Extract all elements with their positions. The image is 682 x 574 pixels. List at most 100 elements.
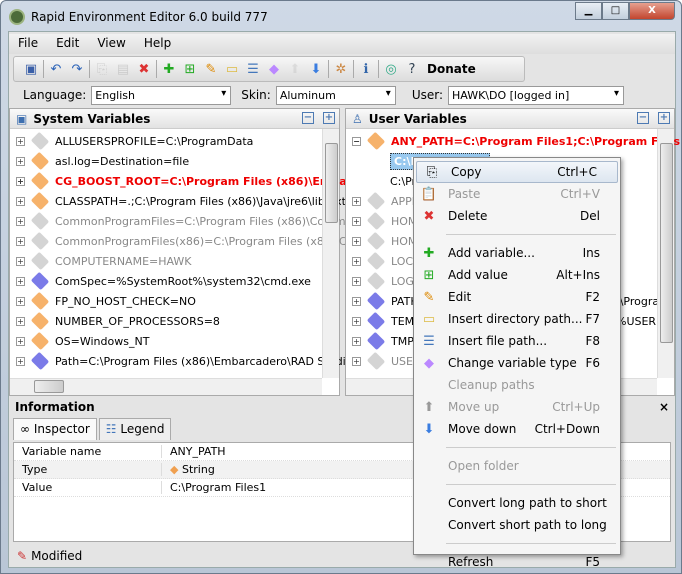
expand-toggle[interactable]: + (352, 316, 361, 326)
tree-item[interactable]: − ANY_PATH=C:\Program Files1;C:\Program F… (352, 131, 680, 151)
minimize-button[interactable]: ▁ (575, 2, 602, 20)
tree-item[interactable]: + Path=C:\Program Files (x86)\Embarcadero… (16, 351, 356, 371)
tree-item[interactable]: + PATH (352, 291, 419, 311)
expand-toggle[interactable]: + (16, 196, 25, 206)
insert-file-button[interactable]: ☰ (244, 60, 262, 78)
change-type-button[interactable]: ◆ (265, 60, 283, 78)
info-panel-button[interactable]: ℹ (357, 60, 375, 78)
horizontal-scrollbar[interactable] (10, 378, 322, 395)
skin-select[interactable]: Aluminum (275, 85, 396, 105)
expand-all-button[interactable]: + (323, 112, 335, 124)
web-update-button[interactable]: ◎ (382, 60, 400, 78)
menu-help[interactable]: Help (135, 34, 180, 54)
insert-directory-button[interactable]: ▭ (223, 60, 241, 78)
tree-item[interactable]: + ComSpec=%SystemRoot%\system32\cmd.exe (16, 271, 311, 291)
tree-item[interactable]: + asl.log=Destination=file (16, 151, 189, 171)
modified-icon: ✎ (17, 549, 28, 563)
help-button[interactable]: ? (403, 60, 421, 78)
menu-item-copy[interactable]: ⎘ Copy Ctrl+C (416, 161, 618, 183)
tree-item[interactable]: + OS=Windows_NT (16, 331, 149, 351)
expand-toggle[interactable]: + (352, 356, 361, 366)
menu-item-add-variable[interactable]: ✚ Add variable... Ins (414, 242, 620, 264)
menu-item-move-down[interactable]: ⬇ Move down Ctrl+Down (414, 418, 620, 440)
donate-button[interactable]: Donate (427, 62, 476, 76)
add-variable-button[interactable]: ✚ (160, 60, 178, 78)
collapse-all-button[interactable]: − (302, 112, 314, 124)
menu-item-move-up[interactable]: ⬆ Move up Ctrl+Up (414, 396, 620, 418)
menu-item-refresh[interactable]: Refresh F5 (414, 551, 620, 573)
expand-toggle[interactable]: − (352, 136, 361, 146)
expand-toggle[interactable]: + (352, 296, 361, 306)
menu-item-cleanup-paths[interactable]: Cleanup paths (414, 374, 620, 396)
menu-item-edit[interactable]: ✎ Edit F2 (414, 286, 620, 308)
expand-toggle[interactable]: + (16, 296, 25, 306)
tab-legend[interactable]: ☷ Legend (98, 418, 172, 440)
maximize-button[interactable]: □ (602, 2, 629, 20)
settings-button[interactable]: ✲ (332, 60, 350, 78)
save-button[interactable]: ▣ (22, 60, 40, 78)
expand-toggle[interactable]: + (16, 236, 25, 246)
tree-item[interactable]: + USER (352, 351, 421, 371)
undo-button[interactable]: ↶ (47, 60, 65, 78)
move-up-button[interactable]: ⬆ (286, 60, 304, 78)
expand-toggle[interactable]: + (352, 256, 361, 266)
tree-item[interactable]: + ALLUSERSPROFILE=C:\ProgramData (16, 131, 253, 151)
expand-toggle[interactable]: + (352, 276, 361, 286)
vertical-scrollbar[interactable] (322, 129, 339, 378)
expand-toggle[interactable]: + (16, 216, 25, 226)
expand-toggle[interactable]: + (16, 276, 25, 286)
expand-toggle[interactable]: + (16, 156, 25, 166)
expand-toggle[interactable]: + (352, 236, 361, 246)
menu-item-insert-file-path[interactable]: ☰ Insert file path... F8 (414, 330, 620, 352)
delete-button[interactable]: ✖ (135, 60, 153, 78)
menu-separator (446, 484, 616, 485)
expand-toggle[interactable]: + (16, 356, 25, 366)
menu-item-add-value[interactable]: ⊞ Add value Alt+Ins (414, 264, 620, 286)
tab-inspector[interactable]: ∞ Inspector (13, 418, 97, 440)
tree-item[interactable]: + CLASSPATH=.;C:\Program Files (x86)\Java… (16, 191, 346, 211)
expand-toggle[interactable]: + (16, 256, 25, 266)
variable-tag-icon (366, 311, 386, 331)
expand-toggle[interactable]: + (352, 216, 361, 226)
expand-toggle[interactable]: + (16, 136, 25, 146)
paste-button[interactable]: ▤ (114, 60, 132, 78)
tree-item[interactable]: + FP_NO_HOST_CHECK=NO (16, 291, 196, 311)
language-select[interactable]: English (91, 85, 232, 105)
redo-button[interactable]: ↷ (68, 60, 86, 78)
edit-button[interactable]: ✎ (202, 60, 220, 78)
expand-toggle[interactable]: + (16, 336, 25, 346)
menu-view[interactable]: View (88, 34, 134, 54)
add-value-button[interactable]: ⊞ (181, 60, 199, 78)
menu-item-convert-long-path-to-short[interactable]: Convert long path to short (414, 492, 620, 514)
close-info-button[interactable]: × (659, 400, 669, 414)
paste-icon: 📋 (420, 186, 438, 202)
copy-button[interactable]: ⎘ (93, 60, 111, 78)
menu-item-open-folder[interactable]: Open folder (414, 455, 620, 477)
tree-item[interactable]: + COMPUTERNAME=HAWK (16, 251, 192, 271)
tree-item[interactable]: + TEMP (352, 311, 421, 331)
expand-toggle[interactable]: + (16, 316, 25, 326)
tree-item[interactable]: + NUMBER_OF_PROCESSORS=8 (16, 311, 220, 331)
menu-item-shortcut: F8 (585, 334, 600, 348)
menu-item-insert-directory-path[interactable]: ▭ Insert directory path... F7 (414, 308, 620, 330)
menu-file[interactable]: File (9, 34, 47, 54)
menu-edit[interactable]: Edit (47, 34, 88, 54)
expand-toggle[interactable]: + (352, 336, 361, 346)
collapse-all-button[interactable]: − (637, 112, 649, 124)
menu-item-paste[interactable]: 📋 Paste Ctrl+V (414, 183, 620, 205)
menu-item-delete[interactable]: ✖ Delete Del (414, 205, 620, 227)
menu-item-change-variable-type[interactable]: ◆ Change variable type F6 (414, 352, 620, 374)
tree-item[interactable]: + LOCA (352, 251, 421, 271)
info-title: Information (15, 400, 95, 414)
expand-all-button[interactable]: + (658, 112, 670, 124)
tree-item[interactable]: + APPD (352, 191, 420, 211)
expand-toggle[interactable]: + (352, 196, 361, 206)
variable-tag-icon (30, 251, 50, 271)
user-select[interactable]: HAWK\DO [logged in] (448, 85, 625, 105)
vertical-scrollbar[interactable] (657, 129, 674, 378)
close-button[interactable]: X (629, 2, 675, 20)
move-down-button[interactable]: ⬇ (307, 60, 325, 78)
tree-item[interactable]: + LOGO (352, 271, 423, 291)
menu-item-convert-short-path-to-long[interactable]: Convert short path to long (414, 514, 620, 536)
expand-toggle[interactable]: + (16, 176, 25, 186)
